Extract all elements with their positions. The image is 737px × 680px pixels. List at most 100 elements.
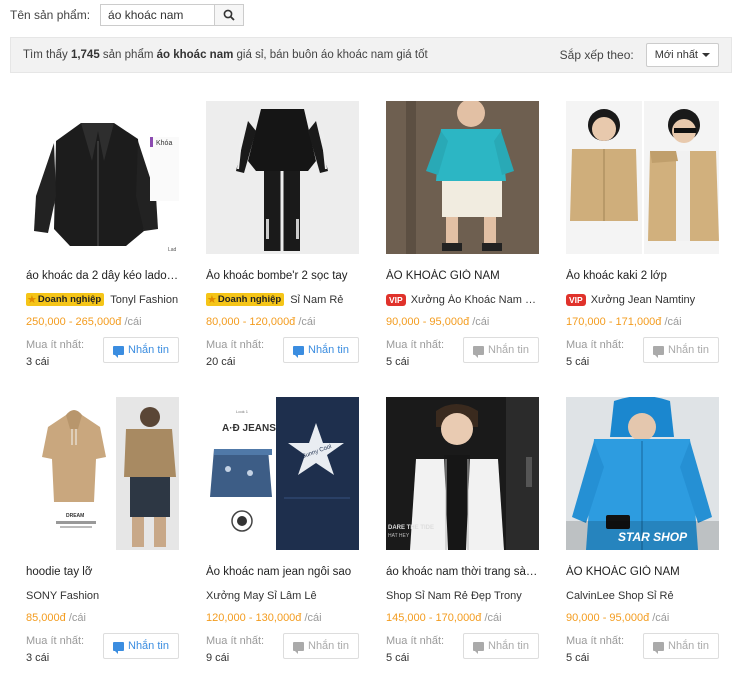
product-price: 250,000 - 265,000đ /cái (26, 316, 142, 328)
seller-name[interactable]: Xưởng Áo Khoác Nam Si... (411, 294, 539, 306)
min-order-value: 5 cái (386, 652, 410, 664)
product-price: 170,000 - 171,000đ /cái (566, 316, 682, 328)
price-unit: /cái (124, 316, 142, 328)
seller-name[interactable]: SONY Fashion (26, 590, 99, 602)
message-button[interactable]: Nhắn tin (103, 633, 179, 659)
svg-text:Lad: Lad (168, 247, 177, 253)
min-order-value: 5 cái (566, 652, 590, 664)
svg-text:DREAM: DREAM (66, 513, 84, 519)
message-button[interactable]: Nhắn tin (463, 337, 539, 363)
svg-text:Look 1: Look 1 (236, 409, 249, 414)
min-order: Mua ít nhất: 5 cái (386, 337, 444, 371)
seller-name[interactable]: Shop Sỉ Nam Rẻ Đẹp Trony (386, 590, 522, 602)
message-button[interactable]: Nhắn tin (643, 633, 719, 659)
product-price: 90,000 - 95,000đ /cái (386, 316, 490, 328)
product-title[interactable]: Áo khoác nam jean ngôi sao (206, 565, 359, 579)
product-image[interactable] (206, 101, 359, 254)
sort-dropdown[interactable]: Mới nhất (645, 43, 719, 67)
search-input[interactable] (100, 4, 215, 26)
product-photo (566, 101, 719, 254)
product-title[interactable]: ÁO KHOÁC GIÓ NAM (566, 565, 719, 579)
product-card-6: Look 1 A·Đ JEANS Sunny Cool Áo khoác nam… (206, 397, 359, 664)
product-card-4: Áo khoác kaki 2 lớp VIP Xưởng Jean Namti… (566, 101, 719, 368)
price-unit: /cái (304, 612, 322, 624)
seller-name[interactable]: Xưởng Jean Namtiny (591, 294, 695, 306)
product-image[interactable]: Look 1 A·Đ JEANS Sunny Cool (206, 397, 359, 550)
message-label: Nhắn tin (488, 640, 529, 652)
product-price: 120,000 - 130,000đ /cái (206, 612, 322, 624)
message-label: Nhắn tin (308, 640, 349, 652)
product-card-7: DARE THE TIDE HAT HEY áo khoác nam thời … (386, 397, 539, 664)
product-photo (386, 101, 539, 254)
chat-icon (293, 641, 304, 654)
product-title[interactable]: Áo khoác kaki 2 lớp (566, 269, 719, 283)
min-order: Mua ít nhất: 3 cái (26, 337, 84, 371)
product-image[interactable]: DARE THE TIDE HAT HEY (386, 397, 539, 550)
business-badge: ★ Doanh nghiệp (26, 293, 105, 306)
price-unit: /cái (484, 612, 502, 624)
price-unit: /cái (68, 612, 86, 624)
seller-name[interactable]: Xưởng May Sỉ Lâm Lê (206, 590, 317, 602)
message-button[interactable]: Nhắn tin (103, 337, 179, 363)
card-footer: Mua ít nhất: 5 cái Nhắn tin (566, 633, 719, 667)
product-title[interactable]: áo khoác nam thời trang sàn... (386, 565, 539, 579)
search-button[interactable] (214, 4, 245, 26)
product-image[interactable]: STAR SHOP (566, 397, 719, 550)
min-order-value: 5 cái (566, 356, 590, 368)
product-price: 145,000 - 170,000đ /cái (386, 612, 502, 624)
min-order-label: Mua ít nhất: (206, 339, 265, 351)
min-order-label: Mua ít nhất: (386, 635, 445, 647)
card-footer: Mua ít nhất: 3 cái Nhắn tin (26, 633, 179, 667)
card-footer: Mua ít nhất: 5 cái Nhắn tin (386, 633, 539, 667)
svg-text:A·Đ JEANS: A·Đ JEANS (222, 423, 276, 434)
min-order-value: 9 cái (206, 652, 230, 664)
product-title[interactable]: hoodie tay lỡ (26, 565, 179, 579)
message-label: Nhắn tin (668, 640, 709, 652)
message-label: Nhắn tin (668, 344, 709, 356)
product-image[interactable] (566, 101, 719, 254)
price-unit: /cái (652, 612, 670, 624)
seller-name[interactable]: Tonyl Fashion (110, 294, 178, 306)
seller-row: Xưởng May Sỉ Lâm Lê (206, 588, 359, 603)
seller-row: Shop Sỉ Nam Rẻ Đẹp Trony (386, 588, 539, 603)
product-card-1: Khóa Lad áo khoác da 2 dây kéo lados... … (26, 101, 179, 368)
product-grid: Khóa Lad áo khoác da 2 dây kéo lados... … (26, 101, 719, 664)
product-title[interactable]: ÁO KHOÁC GIÓ NAM (386, 269, 539, 283)
sort-selected: Mới nhất (654, 49, 698, 61)
product-photo (206, 101, 359, 254)
product-photo: DREAM (26, 397, 179, 550)
product-image[interactable] (386, 101, 539, 254)
result-bar: Tìm thấy 1,745 sản phẩm áo khoác nam giá… (10, 37, 732, 73)
star-icon: ★ (27, 294, 37, 306)
message-label: Nhắn tin (488, 344, 529, 356)
product-card-2: Áo khoác bombe'r 2 sọc tay ★ Doanh nghiệp… (206, 101, 359, 368)
result-summary: Tìm thấy 1,745 sản phẩm áo khoác nam giá… (23, 49, 428, 61)
message-button[interactable]: Nhắn tin (643, 337, 719, 363)
chat-icon (293, 345, 304, 358)
message-button[interactable]: Nhắn tin (283, 633, 359, 659)
min-order: Mua ít nhất: 3 cái (26, 633, 84, 667)
product-image[interactable]: DREAM (26, 397, 179, 550)
min-order-label: Mua ít nhất: (26, 635, 85, 647)
svg-text:Khóa: Khóa (156, 140, 172, 147)
min-order-label: Mua ít nhất: (26, 339, 85, 351)
message-label: Nhắn tin (128, 344, 169, 356)
sort-control: Sắp xếp theo: Mới nhất (560, 43, 719, 67)
seller-name[interactable]: Sỉ Nam Rẻ (290, 294, 343, 306)
seller-name[interactable]: CalvinLee Shop Sỉ Rẻ (566, 590, 674, 602)
min-order-value: 3 cái (26, 652, 50, 664)
product-card-3: ÁO KHOÁC GIÓ NAM VIP Xưởng Áo Khoác Nam … (386, 101, 539, 368)
vip-badge: VIP (386, 293, 406, 306)
vip-badge: VIP (566, 293, 586, 306)
message-button[interactable]: Nhắn tin (463, 633, 539, 659)
product-title[interactable]: áo khoác da 2 dây kéo lados... (26, 269, 179, 283)
product-image[interactable]: Khóa Lad (26, 101, 179, 254)
message-button[interactable]: Nhắn tin (283, 337, 359, 363)
min-order-value: 5 cái (386, 356, 410, 368)
product-title[interactable]: Áo khoác bombe'r 2 sọc tay (206, 269, 359, 283)
card-footer: Mua ít nhất: 5 cái Nhắn tin (386, 337, 539, 371)
card-footer: Mua ít nhất: 20 cái Nhắn tin (206, 337, 359, 371)
price-unit: /cái (664, 316, 682, 328)
product-price: 85,000đ /cái (26, 612, 86, 624)
min-order: Mua ít nhất: 5 cái (566, 633, 624, 667)
